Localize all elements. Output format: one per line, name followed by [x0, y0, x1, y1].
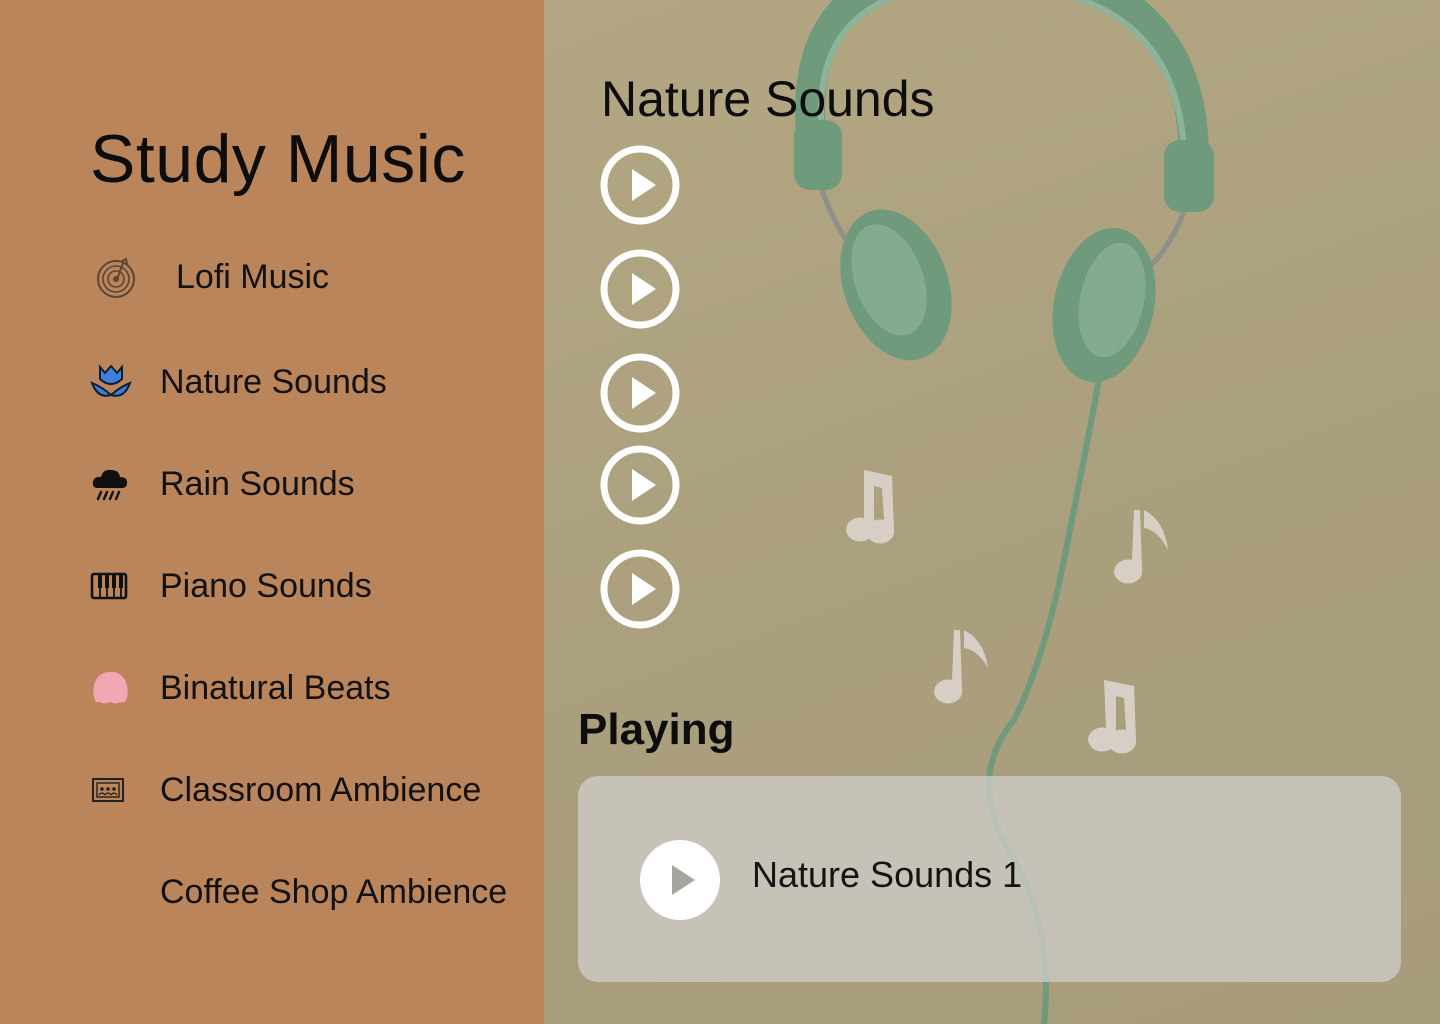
play-icon	[600, 445, 680, 525]
brain-icon	[90, 667, 160, 709]
sidebar-item-lofi-music[interactable]: Lofi Music	[90, 249, 329, 305]
play-icon	[600, 353, 680, 433]
track-1-play-button[interactable]	[600, 145, 680, 225]
sidebar-item-piano-sounds[interactable]: Piano Sounds	[90, 558, 372, 614]
play-icon	[600, 549, 680, 629]
section-title: Nature Sounds	[601, 71, 935, 127]
sidebar-item-label: Coffee Shop Ambience	[160, 872, 508, 911]
play-icon	[600, 145, 680, 225]
sidebar-item-label: Classroom Ambience	[160, 770, 482, 809]
track-3-play-button[interactable]	[600, 353, 680, 433]
sidebar-item-label: Lofi Music	[176, 257, 330, 296]
sidebar-item-rain-sounds[interactable]: Rain Sounds	[90, 456, 355, 512]
sidebar-item-label: Piano Sounds	[160, 566, 372, 605]
sidebar-item-coffee-shop-ambience[interactable]: Coffee Shop Ambience	[90, 864, 507, 920]
sidebar-item-classroom-ambience[interactable]: Classroom Ambience	[90, 762, 481, 818]
sidebar-item-binatural-beats[interactable]: Binatural Beats	[90, 660, 391, 716]
track-5-play-button[interactable]	[600, 549, 680, 629]
sidebar: Study Music Lofi Music Nature Sounds Rai…	[0, 0, 544, 1024]
lotus-icon	[90, 361, 160, 403]
play-icon	[600, 249, 680, 329]
vinyl-record-icon	[90, 256, 176, 298]
sidebar-item-label: Nature Sounds	[160, 362, 387, 401]
play-icon	[640, 840, 720, 920]
now-playing-track-name: Nature Sounds 1	[752, 854, 1023, 895]
track-2-play-button[interactable]	[600, 249, 680, 329]
sidebar-item-label: Rain Sounds	[160, 464, 355, 503]
playing-heading: Playing	[578, 705, 735, 754]
nav-icon-placeholder	[90, 871, 160, 913]
sidebar-item-nature-sounds[interactable]: Nature Sounds	[90, 354, 387, 410]
main-panel: Nature Sounds Playing Nature Sounds 1	[544, 0, 1440, 1024]
track-4-play-button[interactable]	[600, 445, 680, 525]
classroom-board-icon	[90, 769, 160, 811]
now-playing-play-button[interactable]	[640, 840, 720, 920]
rain-cloud-icon	[90, 463, 160, 505]
app-title: Study Music	[90, 121, 466, 197]
piano-keys-icon	[90, 565, 160, 607]
sidebar-item-label: Binatural Beats	[160, 668, 391, 707]
now-playing-card: Nature Sounds 1	[578, 776, 1401, 982]
